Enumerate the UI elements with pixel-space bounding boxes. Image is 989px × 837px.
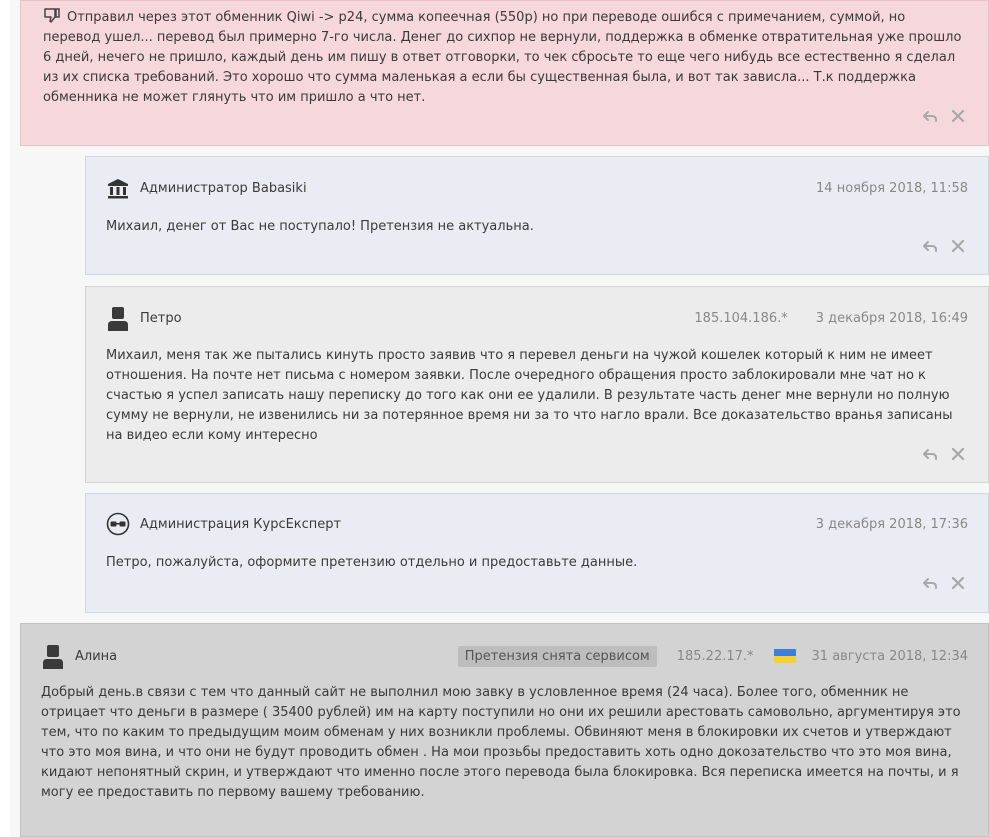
status-badge: Претензия снята сервисом (457, 645, 657, 667)
review-card-alina: Алина Претензия снята сервисом 185.22.17… (20, 623, 989, 837)
author-name[interactable]: Петро (140, 311, 182, 326)
author-name[interactable]: Администратор Babasiki (140, 181, 307, 196)
ip-address: 185.22.17.* (676, 648, 754, 664)
complaint-text: Отправил через этот обменник Qiwi -> p24… (43, 10, 962, 105)
reply-header: Администрация КурсЕксперт 3 декабря 2018… (106, 511, 968, 537)
author: Администрация КурсЕксперт (106, 512, 341, 536)
close-icon[interactable] (950, 446, 966, 462)
reply-text: Петро, пожалуйста, оформите претензию от… (106, 555, 638, 570)
page-left-strip (0, 0, 10, 837)
comment-meta: 185.104.186.* 3 декабря 2018, 16:49 (694, 311, 968, 326)
reply-meta: 14 ноября 2018, 11:58 (816, 181, 968, 196)
user-icon (108, 307, 128, 331)
review-header: Алина Претензия снята сервисом 185.22.17… (41, 643, 968, 669)
comment-card-petro: Петро 185.104.186.* 3 декабря 2018, 16:4… (85, 286, 989, 483)
reply-header: Администратор Babasiki 14 ноября 2018, 1… (106, 175, 968, 201)
reply-icon[interactable] (922, 108, 938, 124)
comment-header: Петро 185.104.186.* 3 декабря 2018, 16:4… (106, 305, 968, 331)
bank-icon (108, 179, 128, 199)
reply-actions (922, 237, 966, 255)
close-icon[interactable] (950, 108, 966, 124)
glasses-icon (106, 512, 130, 536)
reply-text: Михаил, денег от Вас не поступало! Прете… (106, 219, 534, 234)
complaint-body: Отправил через этот обменник Qiwi -> p24… (43, 8, 966, 108)
review-meta: Претензия снята сервисом 185.22.17.* 31 … (457, 645, 968, 667)
comment-actions (922, 445, 966, 463)
review-date: 31 августа 2018, 12:34 (811, 648, 968, 664)
author: Администратор Babasiki (106, 177, 307, 199)
comment-date: 3 декабря 2018, 16:49 (815, 310, 968, 326)
complaint-card: Отправил через этот обменник Qiwi -> p24… (20, 0, 989, 146)
close-icon[interactable] (950, 575, 966, 591)
reply-card-admin-babasiki: Администратор Babasiki 14 ноября 2018, 1… (85, 156, 989, 275)
reply-card-kursexpert: Администрация КурсЕксперт 3 декабря 2018… (85, 493, 989, 613)
thumbs-down-icon (44, 8, 60, 23)
author: Петро (106, 305, 182, 331)
author: Алина (41, 643, 117, 669)
reply-icon[interactable] (922, 446, 938, 462)
reply-icon[interactable] (922, 575, 938, 591)
reply-actions (922, 574, 966, 592)
reply-icon[interactable] (922, 238, 938, 254)
review-text: Добрый день.в связи с тем что данный сай… (41, 685, 961, 800)
ip-address: 185.104.186.* (694, 310, 788, 326)
reply-date: 3 декабря 2018, 17:36 (815, 516, 968, 532)
reply-date: 14 ноября 2018, 11:58 (816, 180, 968, 196)
reply-meta: 3 декабря 2018, 17:36 (816, 517, 968, 532)
author-name[interactable]: Администрация КурсЕксперт (140, 517, 341, 532)
complaint-actions (922, 107, 966, 125)
ukraine-flag (773, 649, 796, 663)
close-icon[interactable] (950, 238, 966, 254)
comment-text: Михаил, меня так же пытались кинуть прос… (106, 348, 953, 443)
user-icon (43, 645, 63, 669)
author-name[interactable]: Алина (75, 649, 117, 664)
